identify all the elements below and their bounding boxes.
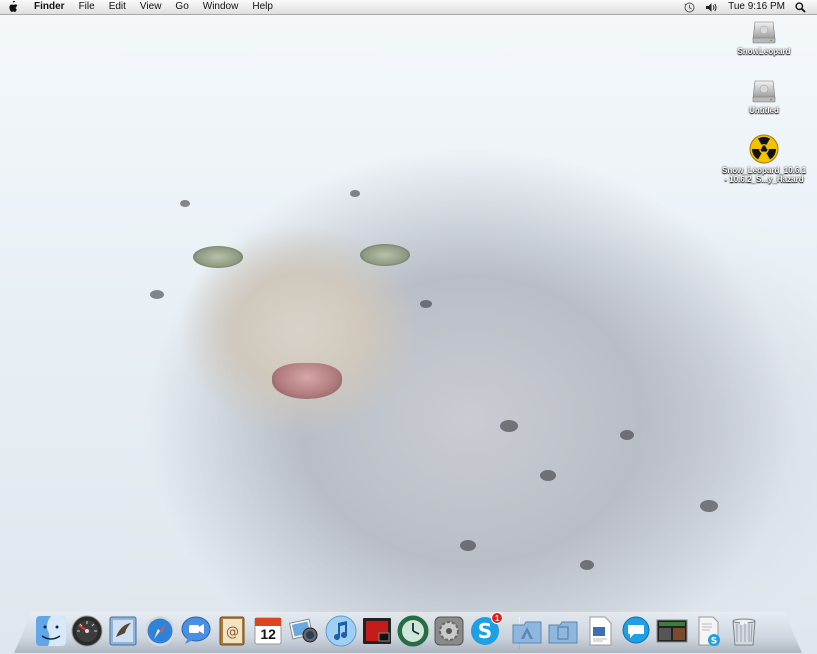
menu-help[interactable]: Help (245, 0, 280, 14)
wallpaper-spot (420, 300, 432, 308)
ical-day-number: 12 (260, 626, 276, 642)
menu-edit[interactable]: Edit (102, 0, 133, 14)
dock-skype-icon[interactable]: S 1 (469, 612, 504, 647)
menu-file[interactable]: File (72, 0, 102, 14)
wallpaper-spot (540, 470, 556, 481)
hard-drive-icon (751, 19, 777, 45)
desktop-icon-snowleopard[interactable]: SnowLeopard (719, 19, 809, 56)
svg-text:S: S (478, 619, 492, 643)
desktop-icon-label: Untitled (749, 106, 779, 115)
desktop-icon-label: Snow_Leopard_10.6.1 - 10.6.2_S...y_Hazar… (721, 166, 807, 184)
menu-clock[interactable]: Tue 9:16 PM (723, 0, 790, 14)
wallpaper-leopard-eye-left (193, 246, 243, 268)
wallpaper-spot (700, 500, 718, 512)
menu-go[interactable]: Go (168, 0, 195, 14)
wallpaper-spot (150, 290, 164, 299)
dock-iphoto-icon[interactable] (288, 615, 320, 647)
menu-window[interactable]: Window (196, 0, 246, 14)
dock-itunes-icon[interactable] (325, 615, 357, 647)
dock-safari-icon[interactable] (144, 615, 176, 647)
svg-text:@: @ (226, 625, 239, 640)
dock-speech-bubble-icon[interactable] (620, 615, 652, 647)
dock-applications-folder-icon[interactable] (511, 615, 543, 647)
dock-time-machine-icon[interactable] (397, 615, 429, 647)
dock: @ 12 S 1 S (35, 605, 795, 647)
menu-app-finder[interactable]: Finder (28, 0, 72, 14)
wallpaper-spot (500, 420, 518, 432)
desktop-icon-untitled[interactable]: Untitled (719, 78, 809, 115)
wallpaper-spot (580, 560, 594, 570)
radioactive-disk-image-icon (749, 134, 779, 164)
dock-finder-icon[interactable] (35, 615, 67, 647)
wallpaper-leopard-nose (272, 363, 342, 399)
hard-drive-icon (751, 78, 777, 104)
dock-skype-installer-icon[interactable]: S (692, 615, 724, 647)
dock-address-book-icon[interactable]: @ (216, 615, 248, 647)
menu-view[interactable]: View (133, 0, 169, 14)
dock-trash-icon[interactable] (728, 615, 760, 647)
menu-bar: Finder File Edit View Go Window Help Tue… (0, 0, 817, 15)
dock-documents-folder-icon[interactable] (547, 615, 579, 647)
wallpaper-spot (460, 540, 476, 551)
apple-menu-icon[interactable] (0, 0, 28, 14)
dock-front-row-icon[interactable] (361, 615, 393, 647)
wallpaper-spot (180, 200, 190, 207)
dock-system-preferences-icon[interactable] (433, 615, 465, 647)
dock-mail-icon[interactable] (107, 615, 139, 647)
wallpaper-spot (620, 430, 634, 440)
desktop-wallpaper (0, 0, 817, 653)
dock-dashboard-icon[interactable] (71, 615, 103, 647)
desktop-icon-snow-leopard-dmg[interactable]: Snow_Leopard_10.6.1 - 10.6.2_S...y_Hazar… (719, 134, 809, 184)
dock-ichat-icon[interactable] (180, 615, 212, 647)
spotlight-search-icon[interactable] (790, 1, 811, 13)
dock-ical-icon[interactable]: 12 (252, 615, 284, 647)
volume-icon[interactable] (700, 2, 723, 13)
skype-notification-badge: 1 (491, 612, 504, 624)
wallpaper-leopard-eye-right (360, 244, 410, 266)
time-machine-menu-icon[interactable] (679, 2, 700, 13)
desktop-icon-label: SnowLeopard (737, 47, 791, 56)
wallpaper-spot (350, 190, 360, 197)
svg-text:S: S (711, 637, 717, 647)
dock-document-icon[interactable] (584, 615, 616, 647)
dock-screenshot-icon[interactable] (656, 615, 688, 647)
